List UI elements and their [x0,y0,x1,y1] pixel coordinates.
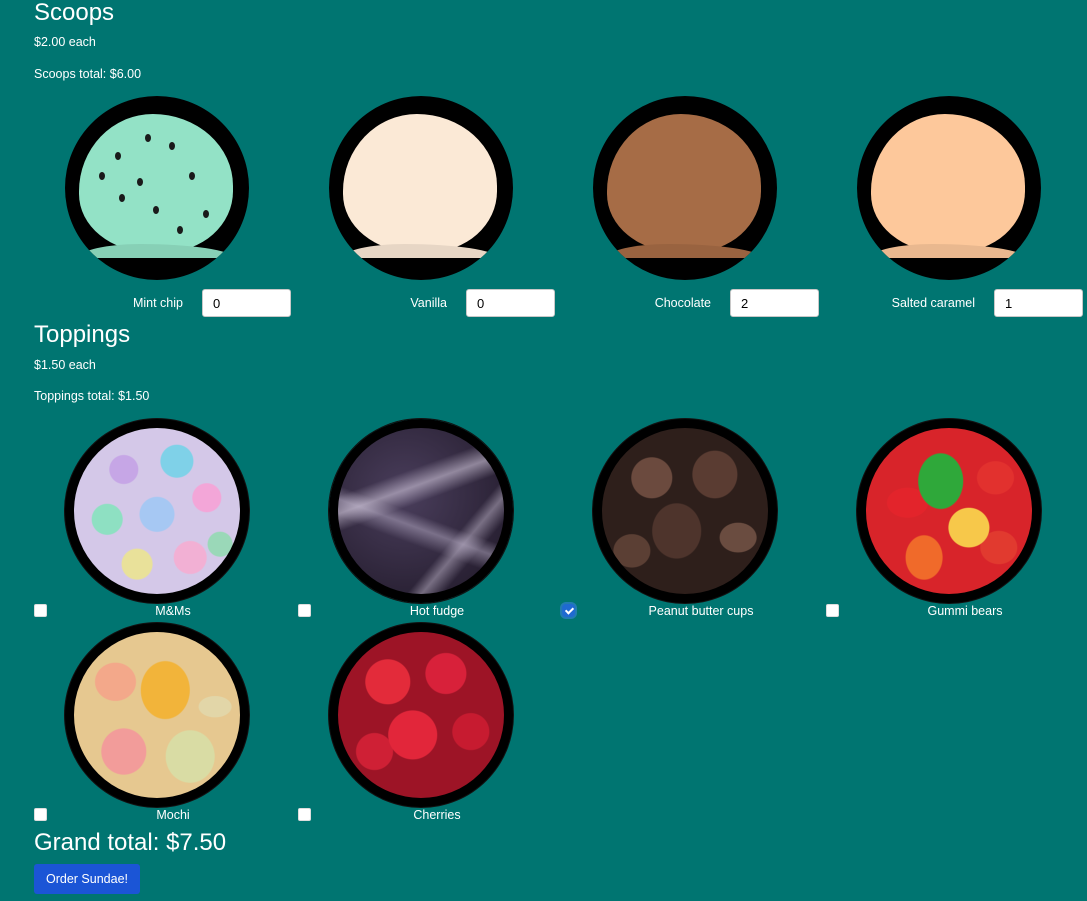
salted-caramel-image [857,96,1041,280]
page: Scoops $2.00 each Scoops total: $6.00 Mi… [0,0,1087,901]
chocolate-label: Chocolate [654,296,711,310]
scoops-heading: Scoops [34,0,115,26]
peanut-butter-cups-checkbox[interactable] [562,604,575,617]
topping-option-cherries: Cherries [298,623,562,829]
topping-option-mochi: Mochi [34,623,298,829]
toppings-price: $1.50 each [34,358,96,372]
salted-caramel-quantity-input[interactable] [994,289,1083,317]
vanilla-quantity-input[interactable] [466,289,555,317]
mms-label: M&Ms [155,604,191,618]
scoops-total: Scoops total: $6.00 [34,67,142,81]
scoops-price: $2.00 each [34,35,96,49]
topping-option-hot-fudge: Hot fudge [298,419,562,625]
scoop-option-mint-chip: Mint chip [34,96,298,328]
mms-image [65,419,249,603]
mint-chip-image [65,96,249,280]
gummi-bears-checkbox[interactable] [826,604,839,617]
toppings-total: Toppings total: $1.50 [34,389,150,403]
mochi-checkbox[interactable] [34,808,47,821]
scoop-option-vanilla: Vanilla [298,96,562,328]
mochi-label: Mochi [156,808,190,822]
chocolate-image [593,96,777,280]
vanilla-label: Vanilla [410,296,447,310]
mint-chip-quantity-input[interactable] [202,289,291,317]
salted-caramel-label: Salted caramel [891,296,975,310]
cherries-label: Cherries [413,808,461,822]
topping-option-gummi-bears: Gummi bears [826,419,1087,625]
topping-option-peanut-butter-cups: Peanut butter cups [562,419,826,625]
toppings-heading: Toppings [34,321,131,348]
mms-checkbox[interactable] [34,604,47,617]
peanut-butter-cups-label: Peanut butter cups [648,604,754,618]
scoop-option-salted-caramel: Salted caramel [826,96,1087,328]
scoop-option-chocolate: Chocolate [562,96,826,328]
chocolate-quantity-input[interactable] [730,289,819,317]
vanilla-image [329,96,513,280]
hot-fudge-label: Hot fudge [409,604,465,618]
hot-fudge-image [329,419,513,603]
cherries-checkbox[interactable] [298,808,311,821]
mint-chip-label: Mint chip [132,296,183,310]
gummi-bears-label: Gummi bears [927,604,1003,618]
cherries-image [329,623,513,807]
gummi-bears-image [857,419,1041,603]
grand-total: Grand total: $7.50 [34,829,227,856]
hot-fudge-checkbox[interactable] [298,604,311,617]
mochi-image [65,623,249,807]
order-sundae-button[interactable]: Order Sundae! [34,864,140,894]
peanut-butter-cups-image [593,419,777,603]
topping-option-mms: M&Ms [34,419,298,625]
